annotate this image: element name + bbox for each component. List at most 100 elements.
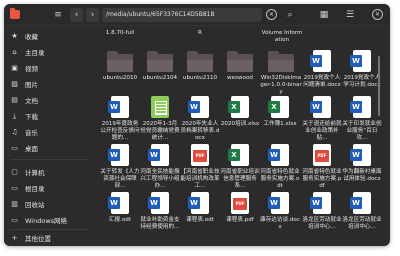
sidebar-item-videos[interactable]: ▣ 视频 (10, 62, 38, 74)
file-item[interactable]: 河南省特色就业服务实施方案.pdf (302, 144, 342, 190)
sidebar-item-label: 下载 (25, 113, 38, 121)
file-item[interactable]: 洛龙区劳动就业培训中心... (342, 192, 382, 231)
desktop-icon: ▭ (11, 143, 18, 152)
options-menu-icon[interactable]: ☰ (344, 9, 356, 21)
file-item[interactable]: 2020年失业人员档案转移表.docx (180, 96, 220, 142)
sidebar-item-downloads[interactable]: ⤓ 下载 (10, 110, 38, 122)
back-button[interactable]: ‹ (70, 8, 83, 22)
file-name: 课程表.pdf (226, 217, 254, 223)
sidebar-item-other-locations[interactable]: + 其他位置 (10, 232, 51, 244)
file-item[interactable]: 关于退还给前就业创业政策补贴... (302, 96, 342, 142)
folder-item[interactable]: ubuntu2104 (140, 51, 180, 82)
sidebar-item-label: 图片 (25, 81, 38, 89)
file-item[interactable]: 河南省职业培训信息管理服务系... (220, 144, 260, 190)
sidebar-item-root[interactable]: ▭ 根目录 (10, 182, 44, 194)
word-file-icon (350, 144, 371, 166)
file-name: Win32DiskImager-1.0.0-binary (260, 75, 302, 95)
file-grid: 1.8.70-full R Volume Information ubuntu2… (96, 26, 382, 246)
file-name: 华为翻新衬桌面试用体验.docx (342, 169, 382, 182)
file-item[interactable]: 洛龙区劳动就业培训中心... (302, 192, 342, 231)
sidebar-item-windows-network[interactable]: ▭ Windows网络 (10, 214, 67, 226)
file-name: 2020年失业人员档案转移表.docx (180, 121, 220, 141)
file-name: ubuntu2110 (182, 75, 218, 81)
file-item[interactable]: 1.8.70-full (100, 30, 140, 37)
file-name: 工作簿1.xlsx (263, 121, 297, 127)
file-item[interactable]: R (180, 30, 220, 37)
file-name: 就业补助资金支持经费使用的... (140, 217, 180, 230)
hamburger-menu-icon[interactable]: ≡ (52, 9, 64, 21)
file-item[interactable]: 2019党政个人学习计划.docx (342, 50, 382, 89)
file-name: 2020年1-3月份党员缴纳党费统计... (140, 121, 180, 141)
path-bar[interactable]: /media/ubuntu/65F3376C14D5B81B (102, 8, 262, 22)
word-file-icon (310, 50, 331, 72)
sidebar-item-home[interactable]: ⌂ 主目录 (10, 46, 44, 58)
sidebar-item-computer[interactable]: ▢ 计算机 (10, 166, 45, 178)
sidebar-item-favorites[interactable]: ★ 收藏 (10, 30, 38, 42)
word-file-icon (268, 192, 289, 214)
file-name: 2019党政个人学习计划.docx (343, 75, 381, 88)
file-item[interactable]: Volume Information (260, 30, 304, 44)
word-file-icon (350, 50, 371, 72)
sidebar-item-pictures[interactable]: ▨ 图片 (10, 78, 38, 90)
document-icon: ▤ (11, 95, 18, 104)
vertical-scrollbar[interactable] (378, 56, 380, 116)
file-item[interactable]: 康存达访谈.docx (260, 192, 300, 231)
sidebar-item-desktop[interactable]: ▭ 桌面 (10, 142, 38, 154)
file-item[interactable]: 2019党政个人问题清单.docx (302, 50, 342, 89)
file-name: 汇报.odt (108, 217, 132, 223)
file-name: 2020培训.xlsx (220, 121, 260, 127)
file-item[interactable]: 2020年1-3月份党员缴纳党费统计... (140, 96, 180, 142)
sidebar-item-documents[interactable]: ▤ 文档 (10, 94, 38, 106)
file-name: 关于印发就业创业服务“百日攻... (342, 121, 382, 141)
sidebar-item-label: 其他位置 (25, 235, 51, 243)
trash-icon: ▥ (11, 199, 18, 208)
excel-file-icon (228, 96, 249, 118)
sidebar-item-label: Windows网络 (25, 217, 68, 225)
search-icon[interactable]: ⌕ (284, 9, 296, 21)
sidebar-item-label: 文档 (25, 97, 38, 105)
file-item[interactable]: 华为翻新衬桌面试用体验.docx (342, 144, 382, 183)
file-item[interactable]: 河南省特色就业服务实施方案.odt (260, 144, 300, 190)
word-file-icon (350, 96, 371, 118)
file-item[interactable]: 就业补助资金支持经费使用的... (140, 192, 180, 231)
folder-item[interactable]: weswood (220, 51, 260, 82)
download-icon: ⤓ (12, 111, 17, 120)
word-file-icon (108, 192, 129, 214)
file-item[interactable]: 汇报.odt (100, 192, 140, 224)
file-item[interactable]: 课程表.pdf (220, 192, 260, 224)
folder-item[interactable]: ubuntu2010 (100, 51, 140, 82)
file-item[interactable]: 工作簿1.xlsx (260, 96, 300, 128)
file-name: Volume Information (261, 30, 303, 43)
clear-path-icon[interactable]: ✕ (266, 9, 277, 20)
file-name: 河南省职业培训信息管理服务系... (220, 169, 260, 189)
file-item[interactable]: 2019年度政务公开检查反馈问题的... (100, 96, 140, 142)
folder-icon (107, 51, 133, 72)
sidebar-item-music[interactable]: ♫ 音乐 (10, 126, 38, 138)
file-item[interactable]: 关于印发就业创业服务“百日攻... (342, 96, 382, 142)
forward-button[interactable]: › (86, 8, 99, 22)
file-item[interactable]: 河南全民技能振兴工程领导小组办... (140, 144, 180, 190)
file-name: 洛龙区劳动就业培训中心... (342, 217, 382, 230)
close-window-icon[interactable]: ✕ (372, 9, 383, 20)
file-item[interactable]: 2020培训.xlsx (220, 96, 260, 128)
file-item[interactable]: 关于转发《人力资源社会保障部... (100, 144, 140, 190)
file-name: 河南省特色就业服务实施方案.pdf (302, 169, 342, 189)
grid-view-icon[interactable]: ▦ (318, 9, 330, 21)
sidebar-item-label: 计算机 (25, 169, 45, 177)
excel-file-icon (268, 96, 289, 118)
pdf-file-icon (231, 192, 249, 214)
sidebar-item-label: 桌面 (25, 145, 38, 153)
folder-icon (268, 51, 294, 72)
folder-icon (227, 51, 253, 72)
file-name: 1.8.70-full (105, 30, 135, 36)
sidebar-item-trash[interactable]: ▥ 回收站 (10, 198, 44, 210)
file-item[interactable]: 【河南省职业技能培训机构改革工... (180, 144, 220, 190)
folder-item[interactable]: ubuntu2110 (180, 51, 220, 82)
folder-item[interactable]: Win32DiskImager-1.0.0-binary (260, 51, 302, 96)
star-icon: ★ (11, 31, 18, 40)
file-item[interactable]: 课程表.odt (180, 192, 220, 224)
music-icon: ♫ (11, 127, 18, 136)
word-file-icon (310, 192, 331, 214)
file-name: R (198, 30, 202, 36)
sidebar: ★ 收藏 ⌂ 主目录 ▣ 视频 ▨ 图片 ▤ 文档 ⤓ 下载 ♫ 音乐 ▭ 桌面 (4, 26, 94, 246)
